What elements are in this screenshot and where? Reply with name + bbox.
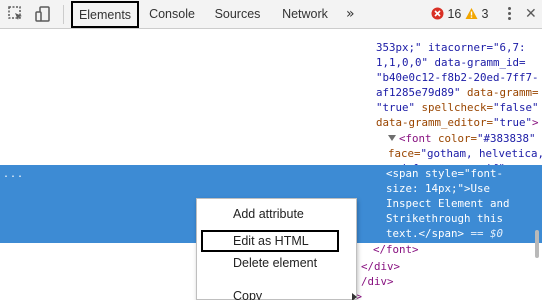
kebab-menu-icon[interactable] [504,6,514,24]
more-tabs-chevron-icon[interactable]: » [346,5,360,23]
selected-code-line[interactable]: text.</span> == $0 [386,227,503,242]
selected-code-line[interactable]: Inspect Element and [386,197,510,212]
vertical-scrollbar-thumb[interactable] [535,230,539,258]
submenu-arrow-icon [352,293,357,300]
error-icon [431,7,444,20]
devtools-toolbar: Elements Console Sources Network » 16 3 … [0,0,542,29]
error-count-badge[interactable]: 16 [431,7,461,22]
cursor-select-icon[interactable] [7,5,25,23]
selected-code-line[interactable]: Strikethrough this [386,212,503,227]
toolbar-separator [63,5,64,24]
node-options-ellipsis-icon[interactable]: ... [3,168,24,183]
warning-count-badge[interactable]: 3 [465,7,488,22]
selected-code-line[interactable]: <span style="font- [386,167,503,182]
device-toggle-icon[interactable] [34,5,52,23]
tab-elements[interactable]: Elements [71,1,139,28]
menu-item-add-attribute[interactable]: Add attribute [201,203,351,225]
close-icon[interactable]: ✕ [525,6,539,22]
code-line-font-close[interactable]: </font> [373,243,419,258]
code-line-div-close[interactable]: </div> [361,260,400,275]
warning-icon [465,8,478,19]
tab-network[interactable]: Network [275,0,335,29]
warning-count: 3 [481,7,489,21]
tab-sources[interactable]: Sources [210,0,265,29]
menu-item-delete-element[interactable]: Delete element [201,252,351,274]
tab-console[interactable]: Console [144,0,200,29]
menu-item-edit-as-html[interactable]: Edit as HTML [201,230,339,252]
code-line-div-close[interactable]: /div> [361,275,394,290]
error-count: 16 [447,7,462,21]
context-menu: Add attribute Edit as HTML Delete elemen… [196,198,357,300]
selected-code-line[interactable]: size: 14px;">Use [386,182,490,197]
menu-item-copy[interactable]: Copy [201,285,351,300]
